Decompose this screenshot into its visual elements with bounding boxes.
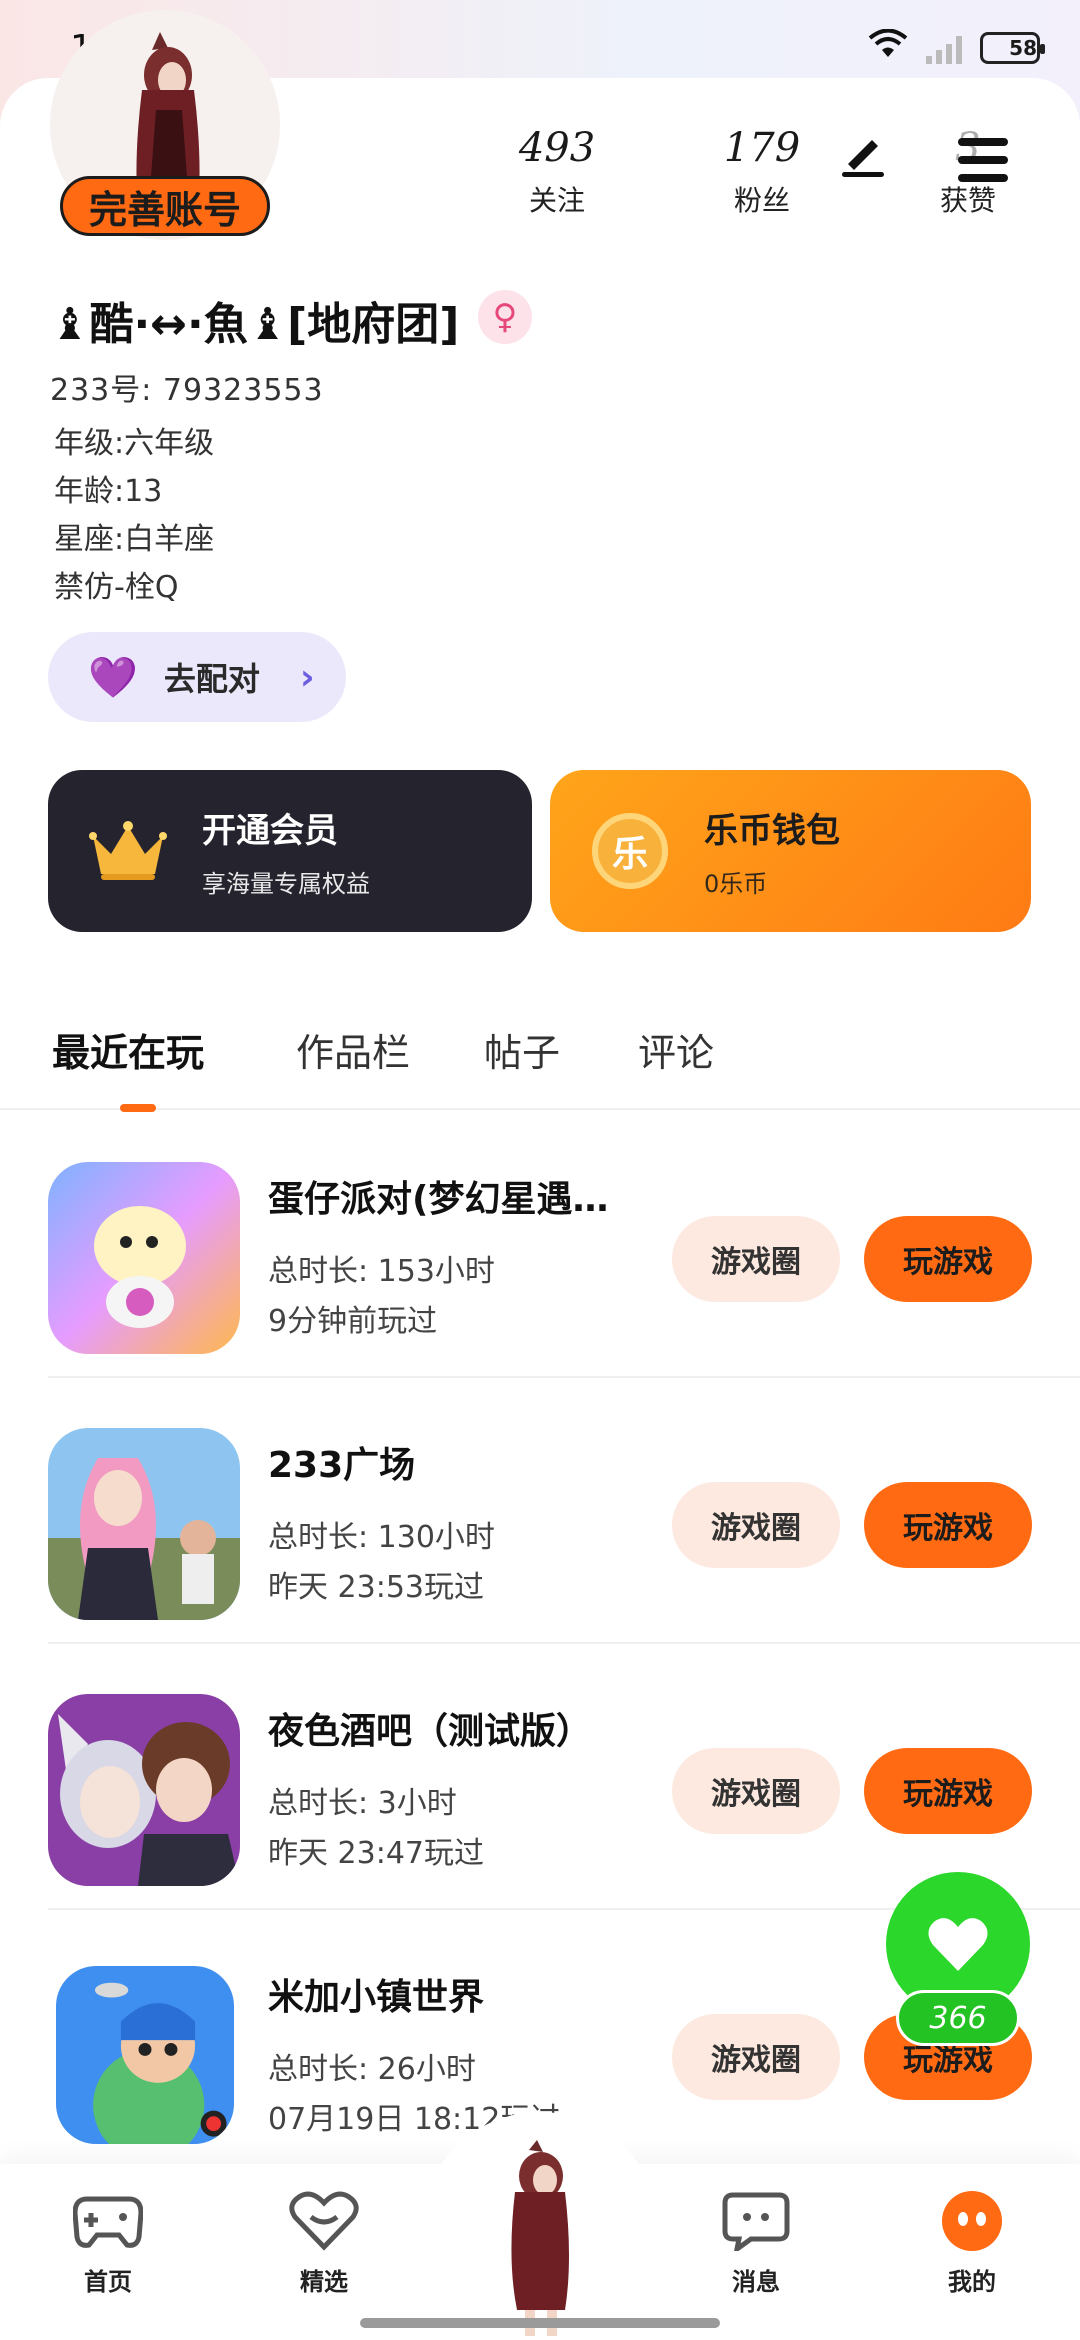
- nickname: ♝酷·↔·魚♝[地府团]: [50, 299, 460, 350]
- game-title: 夜色酒吧（测试版）: [268, 1711, 593, 1752]
- wallet-balance: 0乐币: [704, 870, 768, 898]
- followers-stat[interactable]: 179 粉丝: [702, 125, 822, 219]
- game-circle-button[interactable]: 游戏圈: [672, 1748, 840, 1834]
- list-item[interactable]: 蛋仔派对(梦幻星遇… 总时长: 153小时 9分钟前玩过 游戏圈 玩游戏: [0, 1112, 1080, 1378]
- signal-icon: [926, 32, 962, 64]
- profile-face-icon: [937, 2190, 1007, 2252]
- game-last-played: 昨天 23:53玩过: [268, 1570, 484, 1605]
- likes-label: 获赞: [939, 184, 996, 217]
- double-heart-icon: 💜: [88, 654, 138, 701]
- edit-profile-icon[interactable]: [838, 128, 888, 178]
- game-icon: [48, 1162, 240, 1354]
- nav-home-label: 首页: [84, 2268, 132, 2296]
- game-playtime: 总时长: 3小时: [268, 1786, 457, 1821]
- nav-messages-label: 消息: [732, 2268, 780, 2296]
- game-icon: [56, 1966, 234, 2144]
- nav-messages[interactable]: 消息: [696, 2190, 816, 2297]
- wallet-title: 乐币钱包: [704, 811, 840, 851]
- list-item[interactable]: 夜色酒吧（测试版） 总时长: 3小时 昨天 23:47玩过 游戏圈 玩游戏: [0, 1644, 1080, 1910]
- profile-tabs: 最近在玩 作品栏 帖子 评论: [0, 1010, 1080, 1112]
- vip-subtitle: 享海量专属权益: [202, 870, 370, 898]
- complete-account-button[interactable]: 完善账号: [60, 176, 270, 236]
- coin-icon-wrap: 乐: [590, 811, 670, 891]
- battery-icon: 58: [980, 32, 1045, 64]
- following-count: 493: [518, 125, 596, 171]
- play-game-button[interactable]: 玩游戏: [864, 1482, 1032, 1568]
- tab-comments[interactable]: 评论: [638, 1022, 714, 1077]
- nav-featured-label: 精选: [300, 2268, 348, 2296]
- bio: 年级:六年级 年龄:13 星座:白羊座 禁仿-栓Q: [54, 420, 214, 612]
- following-stat[interactable]: 493 关注: [497, 125, 617, 219]
- list-item[interactable]: 233广场 总时长: 130小时 昨天 23:53玩过 游戏圈 玩游戏: [0, 1378, 1080, 1644]
- bio-line: 年龄:13: [54, 474, 163, 509]
- game-playtime: 总时长: 153小时: [268, 1254, 495, 1289]
- match-label: 去配对: [163, 660, 260, 698]
- gamepad-icon: [73, 2190, 143, 2252]
- game-title: 蛋仔派对(梦幻星遇…: [268, 1179, 609, 1220]
- wallet-card[interactable]: 乐 乐币钱包 0乐币: [550, 770, 1031, 932]
- tab-indicator: [120, 1104, 156, 1112]
- vip-title: 开通会员: [202, 811, 338, 851]
- bio-line: 年级:六年级: [54, 426, 215, 461]
- tab-recent[interactable]: 最近在玩: [52, 1022, 204, 1077]
- following-label: 关注: [528, 184, 585, 217]
- nav-featured[interactable]: 精选: [264, 2190, 384, 2297]
- game-circle-button[interactable]: 游戏圈: [672, 1216, 840, 1302]
- chat-bubble-icon: [721, 2190, 791, 2252]
- chevron-right-icon: ›: [299, 656, 315, 698]
- tab-works[interactable]: 作品栏: [296, 1022, 410, 1077]
- coin-icon: 乐: [592, 813, 668, 889]
- battery-level: 58: [1009, 36, 1037, 60]
- heart-icon: [928, 1918, 988, 1971]
- bio-line: 星座:白羊座: [54, 522, 215, 557]
- game-title: 米加小镇世界: [268, 1977, 485, 2018]
- wifi-icon: [868, 28, 908, 68]
- menu-icon[interactable]: [958, 138, 1008, 182]
- game-last-played: 9分钟前玩过: [268, 1304, 438, 1339]
- match-button[interactable]: 💜 去配对 ›: [48, 632, 346, 722]
- play-game-button[interactable]: 玩游戏: [864, 1216, 1032, 1302]
- game-title: 233广场: [268, 1445, 416, 1486]
- nav-mine[interactable]: 我的: [912, 2190, 1032, 2297]
- tab-posts[interactable]: 帖子: [484, 1022, 560, 1077]
- game-playtime: 总时长: 130小时: [268, 1520, 495, 1555]
- avatar-character-icon: [511, 2140, 569, 2336]
- game-icon: [48, 1428, 240, 1620]
- game-icon: [48, 1694, 240, 1886]
- female-gender-icon: ♀: [478, 290, 532, 344]
- status-icons: 58: [868, 28, 1045, 68]
- user-id: 233号: 79323553: [50, 373, 324, 408]
- play-game-button[interactable]: 玩游戏: [864, 1748, 1032, 1834]
- game-circle-button[interactable]: 游戏圈: [672, 1482, 840, 1568]
- followers-label: 粉丝: [733, 184, 790, 217]
- vip-card[interactable]: 开通会员 享海量专属权益: [48, 770, 532, 932]
- game-playtime: 总时长: 26小时: [268, 2052, 476, 2087]
- game-circle-button[interactable]: 游戏圈: [672, 2014, 840, 2100]
- nav-center-avatar[interactable]: [495, 2140, 585, 2340]
- nav-home[interactable]: 首页: [48, 2190, 168, 2297]
- game-last-played: 昨天 23:47玩过: [268, 1836, 484, 1871]
- followers-count: 179: [723, 125, 801, 171]
- nav-mine-label: 我的: [948, 2268, 996, 2296]
- bio-line: 禁仿-栓Q: [54, 570, 179, 605]
- heart-diamond-icon: [289, 2190, 359, 2252]
- home-indicator[interactable]: [360, 2318, 720, 2328]
- like-count: 366: [896, 1990, 1020, 2046]
- crown-icon: [88, 811, 168, 891]
